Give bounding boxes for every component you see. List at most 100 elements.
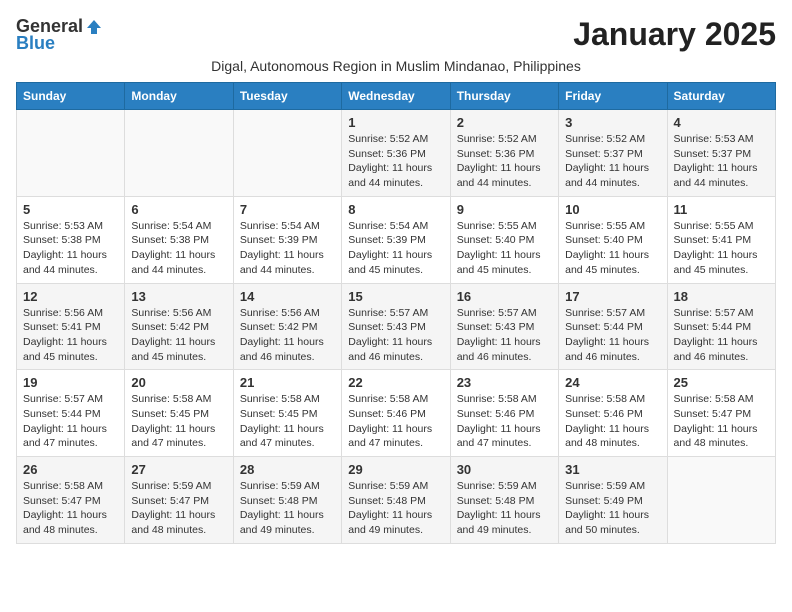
calendar-week-1: 1Sunrise: 5:52 AM Sunset: 5:36 PM Daylig…: [17, 110, 776, 197]
calendar-cell: 25Sunrise: 5:58 AM Sunset: 5:47 PM Dayli…: [667, 370, 775, 457]
calendar-week-2: 5 Sunrise: 5:53 AM Sunset: 5:38 PM Daylig…: [17, 196, 776, 283]
day-number: 7: [240, 202, 335, 217]
cell-content: Sunrise: 5:58 AM Sunset: 5:45 PM Dayligh…: [240, 392, 335, 451]
calendar-cell: [125, 110, 233, 197]
col-header-saturday: Saturday: [667, 83, 775, 110]
col-header-friday: Friday: [559, 83, 667, 110]
calendar-cell: 27 Sunrise: 5:59 AM Sunset: 5:47 PM Dayli…: [125, 457, 233, 544]
calendar-cell: 23Sunrise: 5:58 AM Sunset: 5:46 PM Dayli…: [450, 370, 558, 457]
calendar-cell: 28 Sunrise: 5:59 AM Sunset: 5:48 PM Dayli…: [233, 457, 341, 544]
day-number: 23: [457, 375, 552, 390]
day-number: 6: [131, 202, 226, 217]
cell-content: Sunrise: 5:54 AM Sunset: 5:38 PM Dayligh…: [131, 219, 226, 278]
day-number: 17: [565, 289, 660, 304]
cell-content: Sunrise: 5:56 AM Sunset: 5:42 PM Dayligh…: [240, 306, 335, 365]
day-number: 16: [457, 289, 552, 304]
calendar-cell: 30 Sunrise: 5:59 AM Sunset: 5:48 PM Dayli…: [450, 457, 558, 544]
calendar-week-5: 26 Sunrise: 5:58 AM Sunset: 5:47 PM Dayli…: [17, 457, 776, 544]
day-number: 13: [131, 289, 226, 304]
calendar-cell: 4Sunrise: 5:53 AM Sunset: 5:37 PM Daylig…: [667, 110, 775, 197]
calendar-table: SundayMondayTuesdayWednesdayThursdayFrid…: [16, 82, 776, 544]
cell-content: Sunrise: 5:58 AM Sunset: 5:47 PM Dayligh…: [23, 479, 118, 538]
cell-content: Sunrise: 5:54 AM Sunset: 5:39 PM Dayligh…: [348, 219, 443, 278]
day-number: 25: [674, 375, 769, 390]
day-number: 1: [348, 115, 443, 130]
cell-content: Sunrise: 5:58 AM Sunset: 5:45 PM Dayligh…: [131, 392, 226, 451]
calendar-cell: 26 Sunrise: 5:58 AM Sunset: 5:47 PM Dayli…: [17, 457, 125, 544]
calendar-cell: 14 Sunrise: 5:56 AM Sunset: 5:42 PM Dayli…: [233, 283, 341, 370]
page-subtitle: Digal, Autonomous Region in Muslim Minda…: [16, 58, 776, 74]
day-number: 11: [674, 202, 769, 217]
calendar-cell: 12 Sunrise: 5:56 AM Sunset: 5:41 PM Dayli…: [17, 283, 125, 370]
calendar-cell: 17 Sunrise: 5:57 AM Sunset: 5:44 PM Dayli…: [559, 283, 667, 370]
calendar-cell: [17, 110, 125, 197]
cell-content: Sunrise: 5:59 AM Sunset: 5:48 PM Dayligh…: [240, 479, 335, 538]
cell-content: Sunrise: 5:56 AM Sunset: 5:41 PM Dayligh…: [23, 306, 118, 365]
cell-content: Sunrise: 5:55 AM Sunset: 5:41 PM Dayligh…: [674, 219, 769, 278]
calendar-cell: 8 Sunrise: 5:54 AM Sunset: 5:39 PM Daylig…: [342, 196, 450, 283]
day-number: 24: [565, 375, 660, 390]
calendar-cell: 13 Sunrise: 5:56 AM Sunset: 5:42 PM Dayli…: [125, 283, 233, 370]
calendar-cell: 20Sunrise: 5:58 AM Sunset: 5:45 PM Dayli…: [125, 370, 233, 457]
cell-content: Sunrise: 5:59 AM Sunset: 5:48 PM Dayligh…: [457, 479, 552, 538]
cell-content: Sunrise: 5:52 AM Sunset: 5:37 PM Dayligh…: [565, 132, 660, 191]
calendar-cell: 31 Sunrise: 5:59 AM Sunset: 5:49 PM Dayli…: [559, 457, 667, 544]
day-number: 10: [565, 202, 660, 217]
cell-content: Sunrise: 5:54 AM Sunset: 5:39 PM Dayligh…: [240, 219, 335, 278]
day-number: 2: [457, 115, 552, 130]
day-number: 19: [23, 375, 118, 390]
calendar-cell: 18Sunrise: 5:57 AM Sunset: 5:44 PM Dayli…: [667, 283, 775, 370]
day-number: 5: [23, 202, 118, 217]
calendar-header: SundayMondayTuesdayWednesdayThursdayFrid…: [17, 83, 776, 110]
logo-icon: [85, 18, 103, 36]
cell-content: Sunrise: 5:53 AM Sunset: 5:38 PM Dayligh…: [23, 219, 118, 278]
calendar-cell: 1Sunrise: 5:52 AM Sunset: 5:36 PM Daylig…: [342, 110, 450, 197]
col-header-monday: Monday: [125, 83, 233, 110]
logo: General Blue: [16, 16, 103, 54]
calendar-week-4: 19Sunrise: 5:57 AM Sunset: 5:44 PM Dayli…: [17, 370, 776, 457]
calendar-week-3: 12 Sunrise: 5:56 AM Sunset: 5:41 PM Dayli…: [17, 283, 776, 370]
calendar-cell: 2Sunrise: 5:52 AM Sunset: 5:36 PM Daylig…: [450, 110, 558, 197]
day-number: 15: [348, 289, 443, 304]
day-number: 30: [457, 462, 552, 477]
col-header-wednesday: Wednesday: [342, 83, 450, 110]
day-number: 9: [457, 202, 552, 217]
day-number: 22: [348, 375, 443, 390]
cell-content: Sunrise: 5:58 AM Sunset: 5:46 PM Dayligh…: [565, 392, 660, 451]
calendar-cell: 29Sunrise: 5:59 AM Sunset: 5:48 PM Dayli…: [342, 457, 450, 544]
cell-content: Sunrise: 5:57 AM Sunset: 5:44 PM Dayligh…: [565, 306, 660, 365]
calendar-cell: 21 Sunrise: 5:58 AM Sunset: 5:45 PM Dayli…: [233, 370, 341, 457]
day-number: 31: [565, 462, 660, 477]
calendar-cell: 15Sunrise: 5:57 AM Sunset: 5:43 PM Dayli…: [342, 283, 450, 370]
day-number: 3: [565, 115, 660, 130]
cell-content: Sunrise: 5:59 AM Sunset: 5:49 PM Dayligh…: [565, 479, 660, 538]
day-number: 29: [348, 462, 443, 477]
cell-content: Sunrise: 5:55 AM Sunset: 5:40 PM Dayligh…: [565, 219, 660, 278]
calendar-cell: [233, 110, 341, 197]
day-number: 14: [240, 289, 335, 304]
calendar-cell: 19Sunrise: 5:57 AM Sunset: 5:44 PM Dayli…: [17, 370, 125, 457]
cell-content: Sunrise: 5:56 AM Sunset: 5:42 PM Dayligh…: [131, 306, 226, 365]
day-number: 18: [674, 289, 769, 304]
calendar-cell: 6 Sunrise: 5:54 AM Sunset: 5:38 PM Daylig…: [125, 196, 233, 283]
day-number: 8: [348, 202, 443, 217]
calendar-cell: 11 Sunrise: 5:55 AM Sunset: 5:41 PM Dayli…: [667, 196, 775, 283]
page-header: General Blue January 2025: [16, 16, 776, 54]
day-number: 26: [23, 462, 118, 477]
logo-blue-text: Blue: [16, 33, 55, 54]
day-number: 21: [240, 375, 335, 390]
calendar-cell: 7 Sunrise: 5:54 AM Sunset: 5:39 PM Daylig…: [233, 196, 341, 283]
col-header-sunday: Sunday: [17, 83, 125, 110]
month-title: January 2025: [573, 16, 776, 53]
day-number: 4: [674, 115, 769, 130]
cell-content: Sunrise: 5:58 AM Sunset: 5:46 PM Dayligh…: [348, 392, 443, 451]
cell-content: Sunrise: 5:59 AM Sunset: 5:47 PM Dayligh…: [131, 479, 226, 538]
day-number: 12: [23, 289, 118, 304]
day-number: 28: [240, 462, 335, 477]
col-header-thursday: Thursday: [450, 83, 558, 110]
day-number: 27: [131, 462, 226, 477]
cell-content: Sunrise: 5:55 AM Sunset: 5:40 PM Dayligh…: [457, 219, 552, 278]
cell-content: Sunrise: 5:57 AM Sunset: 5:43 PM Dayligh…: [457, 306, 552, 365]
calendar-cell: [667, 457, 775, 544]
calendar-cell: 9 Sunrise: 5:55 AM Sunset: 5:40 PM Daylig…: [450, 196, 558, 283]
